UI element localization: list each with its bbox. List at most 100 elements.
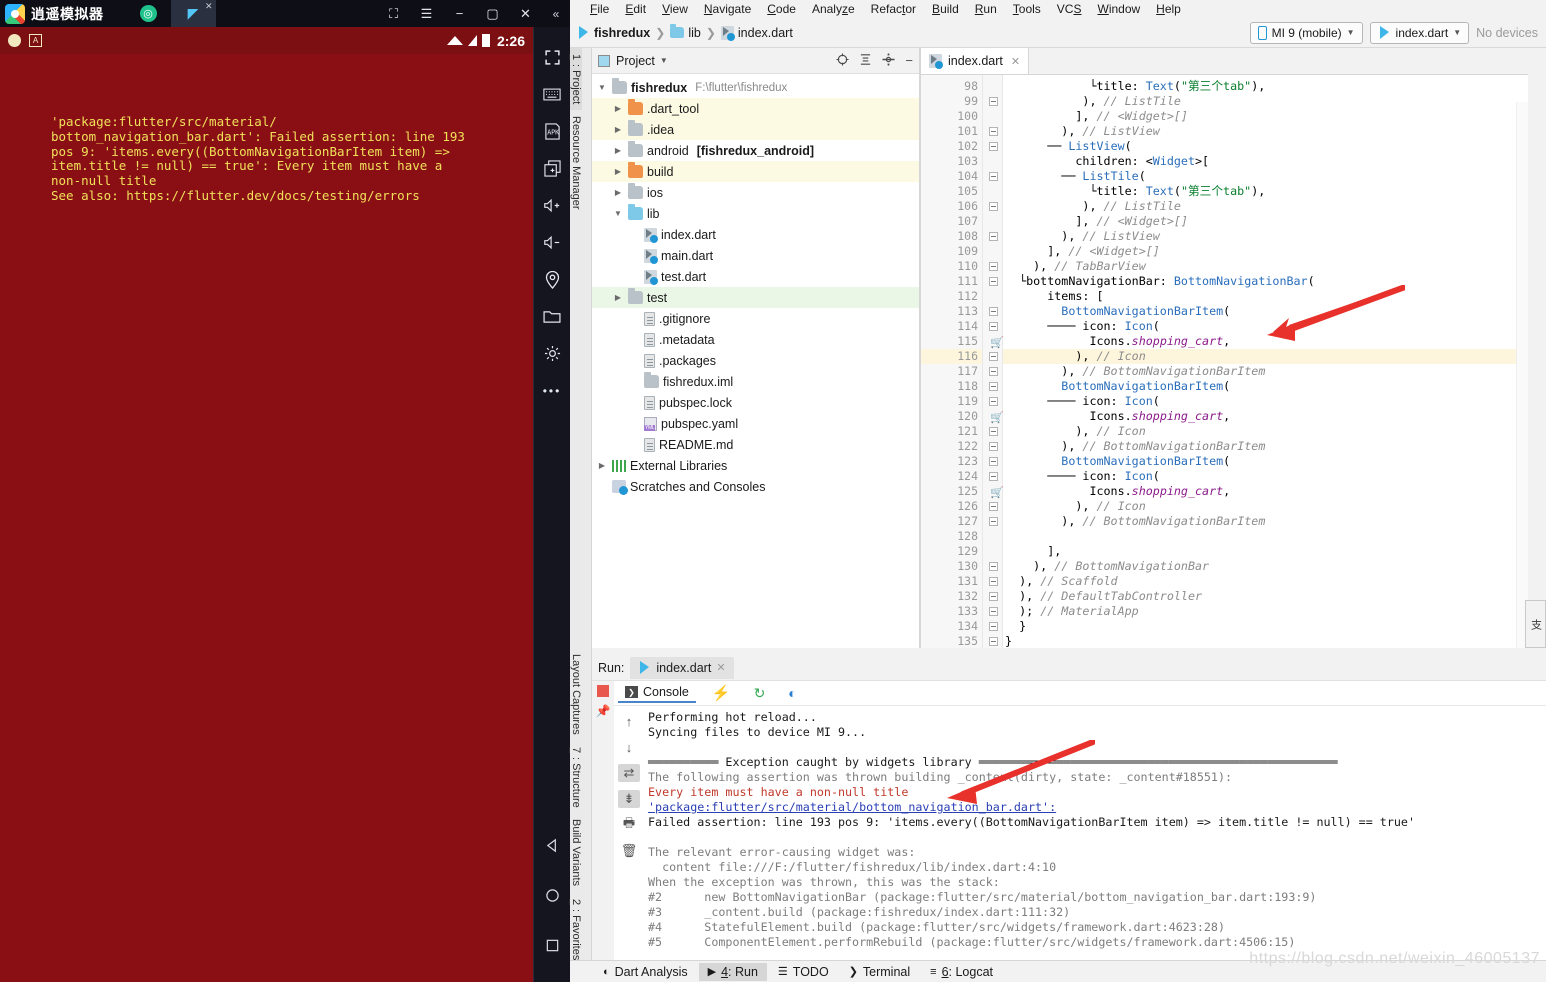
status-item-dart-analysis[interactable]: ◐ Dart Analysis — [594, 963, 697, 981]
code-line[interactable] — [1003, 529, 1528, 544]
fold-toggle-icon[interactable] — [989, 262, 998, 271]
menu-item-refactor[interactable]: Refactor — [863, 0, 924, 18]
tab-console[interactable]: ❯ Console — [618, 683, 696, 703]
back-triangle-icon[interactable] — [535, 820, 569, 870]
chevron-right-icon[interactable]: ▶ — [612, 125, 624, 134]
code-line[interactable]: ──── icon: Icon( — [1003, 469, 1528, 484]
hot-restart-button[interactable]: ↻ — [747, 683, 773, 704]
tree-node-metadata[interactable]: • .metadata — [592, 329, 919, 350]
locate-icon[interactable] — [836, 52, 849, 69]
code-line[interactable]: ── ListView( — [1003, 139, 1528, 154]
tree-node-fishredux[interactable]: ▼ fishredux F:\flutter\fishredux — [592, 77, 919, 98]
tree-node-idea[interactable]: ▶ .idea — [592, 119, 919, 140]
volume-up-icon[interactable] — [535, 187, 569, 224]
fold-toggle-icon[interactable] — [989, 202, 998, 211]
menu-item-edit[interactable]: Edit — [617, 0, 654, 18]
code-line[interactable]: ──── icon: Icon( — [1003, 394, 1528, 409]
tree-node-readme-md[interactable]: • README.md — [592, 434, 919, 455]
chevron-right-icon[interactable]: ▶ — [612, 104, 624, 113]
fold-toggle-icon[interactable] — [989, 427, 998, 436]
fold-toggle-icon[interactable] — [989, 397, 998, 406]
code-line[interactable]: BottomNavigationBarItem( — [1003, 454, 1528, 469]
status-item-4-run[interactable]: ▶ 4: Run — [698, 962, 767, 981]
breadcrumb-project[interactable]: fishredux — [574, 26, 653, 40]
code-line[interactable]: ), // BottomNavigationBar — [1003, 559, 1528, 574]
menu-item-view[interactable]: View — [654, 0, 696, 18]
console-output[interactable]: Performing hot reload... Syncing files to… — [644, 706, 1546, 965]
fold-toggle-icon[interactable] — [989, 142, 998, 151]
home-circle-icon[interactable] — [535, 870, 569, 920]
scroll-to-end-icon[interactable]: ⇟ — [618, 790, 640, 808]
code-line[interactable]: Icons.shopping_cart, — [1003, 484, 1528, 499]
code-editor[interactable]: 98 99 100 101 102 103 104 105 106 107 108 109 110 111… — [921, 75, 1528, 648]
pin-icon[interactable]: 📌 — [596, 704, 611, 718]
tree-node-fishredux-iml[interactable]: • fishredux.iml — [592, 371, 919, 392]
fold-toggle-icon[interactable] — [989, 472, 998, 481]
code-line[interactable]: } — [1003, 634, 1528, 648]
code-line[interactable]: ), // TabBarView — [1003, 259, 1528, 274]
menu-item-tools[interactable]: Tools — [1005, 0, 1049, 18]
code-line[interactable]: Icons.shopping_cart, — [1003, 409, 1528, 424]
menu-item-analyze[interactable]: Analyze — [804, 0, 863, 18]
tool-stripe-2-favorites[interactable]: 2: Favorites — [570, 893, 582, 966]
emulator-screen[interactable]: 'package:flutter/src/material/ bottom_na… — [0, 54, 533, 982]
chevron-right-icon[interactable]: ▶ — [596, 461, 608, 470]
code-line[interactable]: ), // DefaultTabController — [1003, 589, 1528, 604]
fold-toggle-icon[interactable] — [989, 367, 998, 376]
status-item-6-logcat[interactable]: ≡ 6: Logcat — [921, 963, 1002, 981]
collapse-panel-icon[interactable]: « — [542, 0, 570, 27]
chevron-down-icon[interactable]: ▼ — [612, 209, 624, 218]
more-icon[interactable]: ••• — [535, 372, 569, 409]
tree-node-dart-tool[interactable]: ▶ .dart_tool — [592, 98, 919, 119]
down-arrow-icon[interactable]: ↓ — [618, 738, 640, 756]
code-line[interactable]: ), // Icon — [1003, 424, 1528, 439]
maximize-icon[interactable]: ▢ — [476, 0, 509, 27]
code-line[interactable]: ), // Icon — [1003, 349, 1528, 364]
run-config-selector[interactable]: index.dart ▼ — [1369, 21, 1470, 44]
menu-item-vcs[interactable]: VCS — [1049, 0, 1090, 18]
fold-toggle-icon[interactable] — [989, 307, 998, 316]
trash-icon[interactable]: 🗑 — [618, 842, 640, 860]
settings-gear-icon[interactable] — [882, 52, 895, 69]
code-line[interactable]: ), // Icon — [1003, 499, 1528, 514]
menu-item-code[interactable]: Code — [759, 0, 804, 18]
tree-node-main-dart[interactable]: • main.dart — [592, 245, 919, 266]
code-line[interactable]: ), // ListTile — [1003, 199, 1528, 214]
menu-item-window[interactable]: Window — [1089, 0, 1148, 18]
fold-toggle-icon[interactable] — [989, 352, 998, 361]
status-item-terminal[interactable]: ❯ Terminal — [840, 963, 919, 981]
fold-toggle-icon[interactable] — [989, 577, 998, 586]
code-line[interactable]: └bottomNavigationBar: BottomNavigationBa… — [1003, 274, 1528, 289]
code-line[interactable]: ], // <Widget>[] — [1003, 109, 1528, 124]
device-selector[interactable]: MI 9 (mobile) ▼ — [1249, 21, 1363, 44]
close-icon[interactable]: ✕ — [716, 661, 725, 674]
menu-item-file[interactable]: File — [582, 0, 617, 18]
tree-node-external-libraries[interactable]: ▶ External Libraries — [592, 455, 919, 476]
code-line[interactable]: └title: Text("第三个tab"), — [1003, 79, 1528, 94]
tree-node-android[interactable]: ▶ android [fishredux_android] — [592, 140, 919, 161]
keyboard-icon[interactable] — [535, 76, 569, 113]
chevron-right-icon[interactable]: ▶ — [612, 188, 624, 197]
fold-toggle-icon[interactable] — [989, 457, 998, 466]
location-icon[interactable] — [535, 261, 569, 298]
fullscreen-icon[interactable]: ⛶ — [377, 0, 410, 27]
code-line[interactable]: ), // BottomNavigationBarItem — [1003, 439, 1528, 454]
up-arrow-icon[interactable]: ↑ — [618, 712, 640, 730]
folder-icon[interactable] — [535, 298, 569, 335]
minimize-icon[interactable]: − — [443, 0, 476, 27]
fold-toggle-icon[interactable] — [989, 637, 998, 646]
fold-toggle-icon[interactable] — [989, 232, 998, 241]
collapse-all-icon[interactable] — [859, 53, 872, 69]
chevron-right-icon[interactable]: ▶ — [612, 293, 624, 302]
breadcrumb-folder[interactable]: lib — [667, 24, 704, 40]
code-line[interactable]: ), // ListTile — [1003, 94, 1528, 109]
fold-toggle-icon[interactable] — [989, 517, 998, 526]
soft-wrap-icon[interactable]: ⇄ — [618, 764, 640, 782]
tree-node-index-dart[interactable]: • index.dart — [592, 224, 919, 245]
code-line[interactable]: ), // BottomNavigationBarItem — [1003, 514, 1528, 529]
tool-stripe-build-variants[interactable]: Build Variants — [570, 813, 582, 892]
chevron-right-icon[interactable]: ▶ — [612, 167, 624, 176]
tree-node-build[interactable]: ▶ build — [592, 161, 919, 182]
fold-toggle-icon[interactable] — [989, 592, 998, 601]
menu-item-build[interactable]: Build — [924, 0, 967, 18]
